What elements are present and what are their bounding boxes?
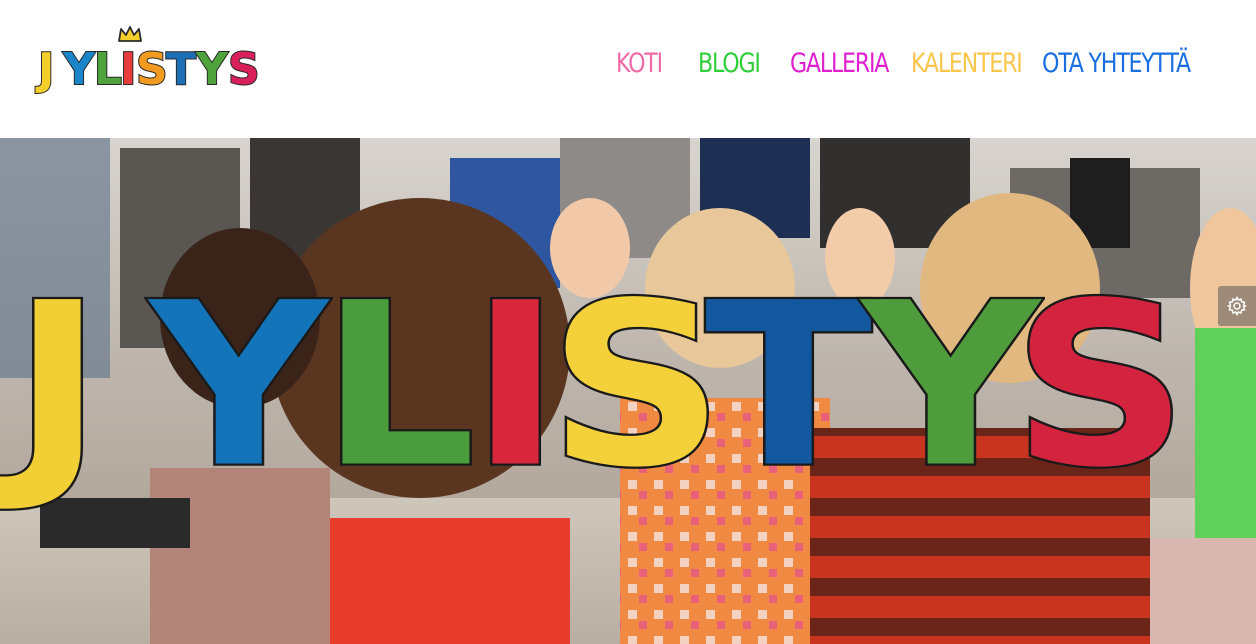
hero-letter: S — [545, 254, 726, 517]
nav-item-kalenteri[interactable]: KALENTERI — [911, 48, 1023, 79]
hero-letter: L — [317, 254, 478, 517]
settings-toggle[interactable] — [1218, 286, 1256, 326]
main-nav: KOTI BLOGI GALLERIA KALENTERI OTA YHTEYT… — [0, 48, 1256, 88]
gear-icon — [1227, 296, 1247, 316]
hero-letter: S — [1009, 254, 1190, 517]
nav-item-ota-yhteytta[interactable]: OTA YHTEYTTÄ — [1042, 48, 1191, 79]
site-header: J Y L I S T Y S KOTI BLOGI GALLERIA KALE… — [0, 0, 1256, 138]
hero-banner: J Y L I S T Y S — [0, 138, 1256, 644]
hero-letter: J — [9, 254, 105, 517]
hero-letter: T — [702, 254, 874, 517]
crown-icon — [118, 26, 142, 42]
hero-letter: Y — [147, 254, 329, 517]
nav-item-blogi[interactable]: BLOGI — [698, 48, 761, 79]
nav-item-galleria[interactable]: GALLERIA — [790, 48, 889, 79]
hero-title: J Y L I S T Y S — [0, 254, 1256, 517]
nav-item-koti[interactable]: KOTI — [616, 48, 663, 79]
